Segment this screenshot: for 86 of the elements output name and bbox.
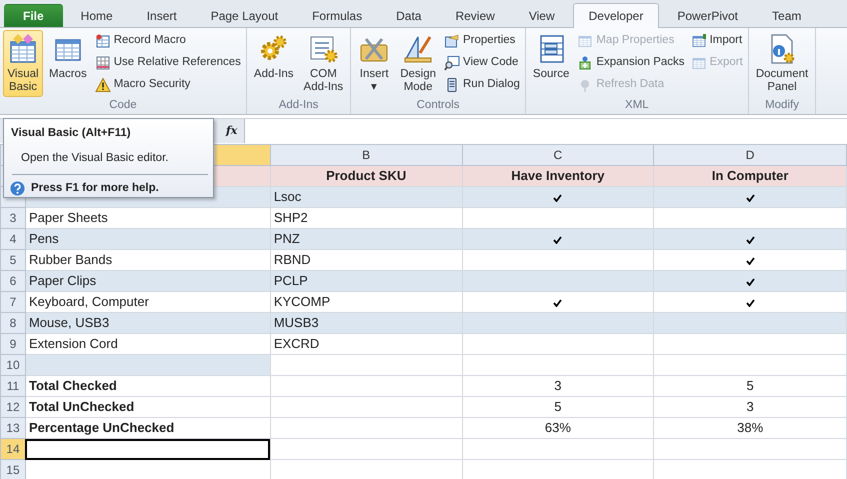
table-cell: 5 (654, 376, 846, 396)
ribbon-button[interactable]: Insert ▾ (354, 30, 394, 97)
warning-icon (94, 77, 111, 93)
ribbon-tab[interactable]: View (512, 4, 571, 27)
group-label: Controls (416, 98, 460, 113)
magnifier-icon (444, 55, 460, 71)
group-label: XML (624, 98, 650, 113)
row-header[interactable]: 15 (0, 460, 26, 479)
table-cell: PNZ (270, 228, 462, 250)
table-cell: 38% (654, 418, 846, 438)
ribbon-tab[interactable]: Review (439, 4, 511, 27)
ribbon-tab[interactable]: Insert (130, 4, 193, 27)
table-cell: Percentage UnChecked (25, 418, 270, 438)
ribbon-button[interactable]: Document Panel (752, 30, 812, 97)
row-header[interactable]: 5 (0, 250, 26, 270)
group-label: Code (108, 98, 138, 113)
row-header[interactable]: 8 (0, 312, 26, 334)
ribbon-button[interactable]: Import (688, 30, 745, 52)
column-header[interactable]: C (462, 144, 654, 166)
ribbon-tab[interactable]: PowerPivot (661, 4, 754, 27)
package-icon (577, 55, 594, 71)
table-cell: Lsoc (270, 186, 462, 208)
row-header[interactable]: 3 (0, 208, 26, 228)
table-cell: 5 (462, 396, 654, 418)
ribbon-tab[interactable]: Team (756, 4, 818, 27)
table-cell: 63% (462, 418, 654, 438)
table-cell: EXCRD (270, 334, 462, 354)
group-label: Modify (764, 98, 800, 113)
table-icon (577, 33, 594, 49)
formula-input[interactable] (244, 119, 847, 143)
column-header[interactable]: B (270, 144, 462, 166)
help-icon (10, 180, 25, 196)
table-icon (94, 55, 111, 71)
ribbon-tab[interactable]: Developer (572, 3, 660, 28)
ribbon-button[interactable]: Add-Ins (250, 30, 298, 97)
row-header[interactable]: 14 (0, 438, 26, 460)
table-cell: Total UnChecked (25, 396, 270, 418)
selected-cell[interactable] (25, 438, 270, 460)
ruler-icon (402, 33, 434, 65)
column-heading: Product SKU (270, 166, 462, 186)
tooltip-text: Open the Visual Basic editor. (21, 151, 168, 166)
table-cell: 3 (654, 396, 846, 418)
ribbon-button[interactable]: Record Macro (92, 30, 243, 52)
table-cell: 3 (462, 376, 654, 396)
ribbon-button[interactable]: Expansion Packs (575, 52, 687, 74)
row-header[interactable]: 7 (0, 292, 26, 312)
row-header[interactable]: 12 (0, 396, 26, 418)
column-header[interactable]: D (654, 144, 846, 166)
ribbon-button[interactable]: Visual Basic (3, 30, 43, 97)
ribbon-button[interactable]: Use Relative References (92, 52, 243, 74)
row-header[interactable]: 9 (0, 334, 26, 354)
ribbon-tab[interactable]: Formulas (296, 4, 378, 27)
ribbon-tab[interactable]: Data (380, 4, 438, 27)
import-icon (690, 33, 707, 49)
ribbon-button[interactable]: Macros (45, 30, 91, 97)
ribbon-button[interactable]: View Code (442, 52, 522, 74)
ribbon-button[interactable]: Source (528, 30, 574, 97)
ribbon-button[interactable]: Macro Security (92, 74, 243, 96)
tooltip-title: Visual Basic (Alt+F11) (10, 126, 131, 141)
column-header[interactable] (214, 146, 270, 164)
ribbon-button[interactable]: COM Add-Ins (300, 30, 348, 97)
column-heading: In Computer (654, 166, 846, 186)
function-label[interactable]: fx (226, 122, 244, 140)
help-text: Press F1 for more help. (31, 180, 159, 196)
table-cell: Total Checked (25, 376, 270, 396)
ribbon-button[interactable]: Properties (442, 30, 522, 52)
table-cell: Paper Clips (25, 270, 270, 292)
ribbon-button[interactable]: Design Mode (396, 30, 440, 97)
table-cell: Pens (25, 228, 270, 250)
file-tab[interactable]: File (4, 4, 63, 27)
row-header[interactable]: 4 (0, 228, 26, 250)
table-cell: MUSB3 (270, 312, 462, 334)
row-header[interactable]: 10 (0, 354, 26, 376)
table-icon (94, 33, 111, 49)
form-icon (444, 33, 460, 49)
export-icon (690, 55, 707, 71)
ribbon-tab[interactable]: Page Layout (194, 4, 294, 27)
ribbon-tab[interactable]: Home (64, 4, 129, 27)
row-header[interactable]: 11 (0, 376, 26, 396)
row-header[interactable]: 13 (0, 418, 26, 438)
ribbon-button[interactable]: Run Dialog (442, 74, 522, 96)
column-heading: Have Inventory (462, 166, 654, 186)
table-cell: PCLP (270, 270, 462, 292)
table-cell: Mouse, USB3 (25, 312, 270, 334)
group-label: Add-Ins (278, 98, 320, 113)
row-header[interactable]: 6 (0, 270, 26, 292)
